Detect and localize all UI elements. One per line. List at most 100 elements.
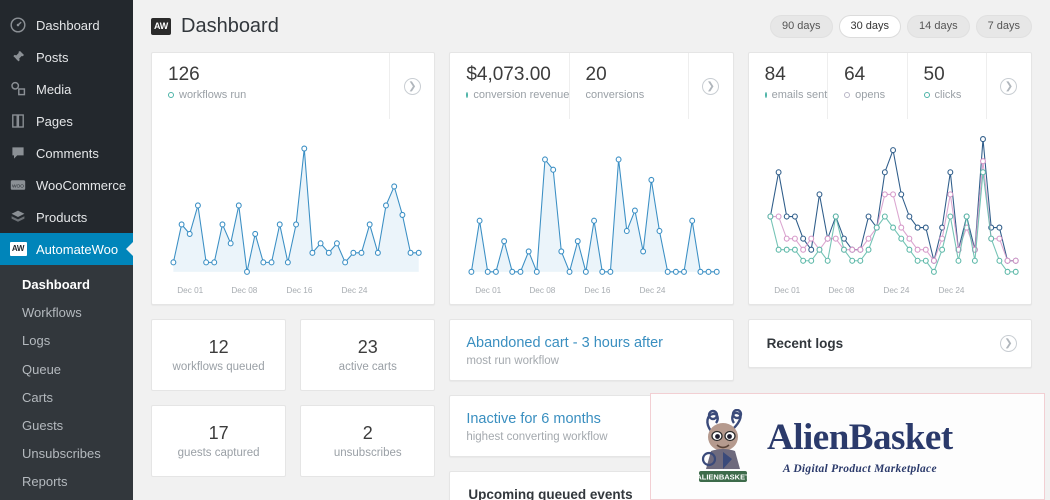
- submenu-item-queue[interactable]: Queue: [0, 356, 133, 384]
- sidebar-item-pages[interactable]: Pages: [0, 105, 133, 137]
- products-icon: [9, 208, 27, 226]
- sidebar-item-comments[interactable]: Comments: [0, 137, 133, 169]
- svg-text:WOO: WOO: [12, 183, 24, 189]
- sidebar-item-label: Comments: [36, 145, 99, 161]
- sidebar-item-label: Posts: [36, 49, 69, 65]
- submenu-item-logs[interactable]: Logs: [0, 327, 133, 355]
- sidebar-item-posts[interactable]: Posts: [0, 41, 133, 73]
- main-content: AW Dashboard 90 days 30 days 14 days 7 d…: [133, 0, 1050, 500]
- x-tick-label: Dec 24: [341, 285, 367, 295]
- mini-value: 23: [357, 337, 378, 357]
- chevron-right-icon[interactable]: ❯: [702, 77, 720, 95]
- email-engagement-chart: Dec 01 Dec 08 Dec 24 Dec 24: [749, 119, 1031, 304]
- sidebar-item-woocommerce[interactable]: WOO WooCommerce: [0, 169, 133, 201]
- watermark-text: AlienBasket A Digital Product Marketplac…: [767, 419, 953, 475]
- workflow-title[interactable]: Abandoned cart - 3 hours after: [466, 334, 716, 352]
- mini-unsubscribes: 2 unsubscribes: [300, 405, 436, 477]
- submenu-item-carts[interactable]: Carts: [0, 384, 133, 412]
- legend-dot-icon: [844, 91, 851, 98]
- mini-label: active carts: [338, 361, 397, 373]
- panel-title: Upcoming queued events: [468, 487, 633, 500]
- mini-label: unsubscribes: [333, 447, 402, 459]
- legend-dot-icon: [466, 91, 469, 98]
- stat-conversions: 20 conversions: [570, 53, 689, 119]
- x-tick-label: Dec 01: [774, 285, 800, 295]
- stat-value: 126: [168, 64, 200, 85]
- pin-icon: [9, 48, 27, 66]
- svg-text:ALIENBASKET: ALIENBASKET: [696, 472, 750, 481]
- alien-mascot-icon: ALIENBASKET: [696, 408, 750, 482]
- most-run-workflow-card[interactable]: Abandoned cart - 3 hours after most run …: [449, 319, 734, 382]
- stat-label-row: emails sent: [764, 89, 827, 101]
- mini-label: guests captured: [177, 447, 260, 459]
- submenu-item-guests[interactable]: Guests: [0, 412, 133, 440]
- submenu-item-tools[interactable]: Tools: [0, 497, 133, 500]
- stat-label-row: conversions: [586, 89, 688, 101]
- legend-dot-icon: [168, 91, 174, 98]
- mini-value: 17: [208, 423, 229, 443]
- x-tick-label: Dec 01: [177, 285, 203, 295]
- stat-workflows-run: 126 workflows run: [152, 53, 391, 119]
- stat-opens: 64 opens: [828, 53, 908, 119]
- stat-label: clicks: [934, 88, 962, 101]
- legend-dot-icon: [923, 91, 930, 98]
- submenu-item-reports[interactable]: Reports: [0, 468, 133, 496]
- chevron-right-icon[interactable]: ❯: [1000, 77, 1018, 95]
- email-stats: 84 emails sent 64 opens 50 clicks ❯: [749, 53, 1031, 119]
- gauge-icon: [9, 16, 27, 34]
- conversion-revenue-card: $4,073.00 conversion revenue 20 conversi…: [449, 52, 734, 305]
- stat-value: 50: [923, 64, 945, 85]
- sidebar-item-media[interactable]: Media: [0, 73, 133, 105]
- page-header: AW Dashboard 90 days 30 days 14 days 7 d…: [133, 0, 1050, 52]
- media-icon: [9, 80, 27, 98]
- workflows-run-card: 126 workflows run ❯ Dec 01 Dec 08 Dec 16…: [151, 52, 436, 305]
- email-engagement-linechart: Dec 01 Dec 08 Dec 24 Dec 24: [767, 136, 1019, 295]
- chevron-right-icon[interactable]: ❯: [403, 77, 421, 95]
- sidebar-menu: Dashboard Posts Media Pages Comments WOO…: [0, 0, 133, 265]
- mini-stats-row-2: 17 guests captured 2 unsubscribes: [151, 405, 436, 477]
- sidebar-item-label: AutomateWoo: [36, 241, 119, 257]
- submenu-item-unsubscribes[interactable]: Unsubscribes: [0, 440, 133, 468]
- stat-label: conversion revenue: [473, 88, 570, 101]
- x-tick-label: Dec 08: [231, 285, 257, 295]
- workflows-run-chart: Dec 01 Dec 08 Dec 16 Dec 24: [152, 119, 434, 304]
- sidebar-item-dashboard[interactable]: Dashboard: [0, 9, 133, 41]
- wordpress-admin-screen: Dashboard Posts Media Pages Comments WOO…: [0, 0, 1050, 500]
- sidebar-item-label: WooCommerce: [36, 177, 127, 193]
- range-30-days[interactable]: 30 days: [838, 14, 902, 38]
- range-7-days[interactable]: 7 days: [975, 14, 1032, 38]
- dashboard-column-1: 126 workflows run ❯ Dec 01 Dec 08 Dec 16…: [151, 52, 436, 500]
- mini-label: workflows queued: [172, 361, 265, 373]
- sidebar-item-automatewoo[interactable]: AW AutomateWoo: [0, 233, 133, 265]
- x-tick-label: Dec 08: [530, 285, 556, 295]
- sidebar-item-label: Dashboard: [36, 17, 100, 33]
- x-tick-label: Dec 24: [640, 285, 666, 295]
- workflows-card-action: ❯: [390, 53, 434, 119]
- x-tick-label: Dec 01: [476, 285, 502, 295]
- watermark-tagline: A Digital Product Marketplace: [782, 462, 937, 475]
- sidebar-item-label: Media: [36, 81, 72, 97]
- conversion-revenue-linechart: Dec 01 Dec 08 Dec 16 Dec 24: [468, 156, 721, 295]
- range-14-days[interactable]: 14 days: [907, 14, 970, 38]
- stat-clicks: 50 clicks: [908, 53, 987, 119]
- range-90-days[interactable]: 90 days: [769, 14, 833, 38]
- alienbasket-watermark: ALIENBASKET AlienBasket A Digital Produc…: [650, 393, 1045, 500]
- aw-chip-label: AW: [9, 242, 27, 256]
- sidebar-item-products[interactable]: Products: [0, 201, 133, 233]
- chevron-right-icon[interactable]: ❯: [999, 335, 1017, 352]
- page-title-group: AW Dashboard: [151, 15, 279, 38]
- stat-label-row: workflows run: [168, 89, 389, 101]
- workflows-run-linechart: Dec 01 Dec 08 Dec 16 Dec 24: [170, 145, 422, 295]
- sidebar-item-label: Products: [36, 209, 88, 225]
- submenu-item-dashboard[interactable]: Dashboard: [0, 271, 133, 299]
- comment-icon: [9, 144, 27, 162]
- page-icon: [9, 112, 27, 130]
- stat-label-row: conversion revenue: [466, 88, 570, 101]
- x-tick-label: Dec 16: [585, 285, 611, 295]
- x-tick-label: Dec 24: [883, 285, 909, 295]
- aw-icon: AW: [9, 240, 27, 258]
- automatewoo-badge: AW: [151, 17, 171, 35]
- submenu-item-workflows[interactable]: Workflows: [0, 299, 133, 327]
- automatewoo-submenu: Dashboard Workflows Logs Queue Carts Gue…: [0, 265, 133, 500]
- stat-value: 20: [585, 64, 607, 85]
